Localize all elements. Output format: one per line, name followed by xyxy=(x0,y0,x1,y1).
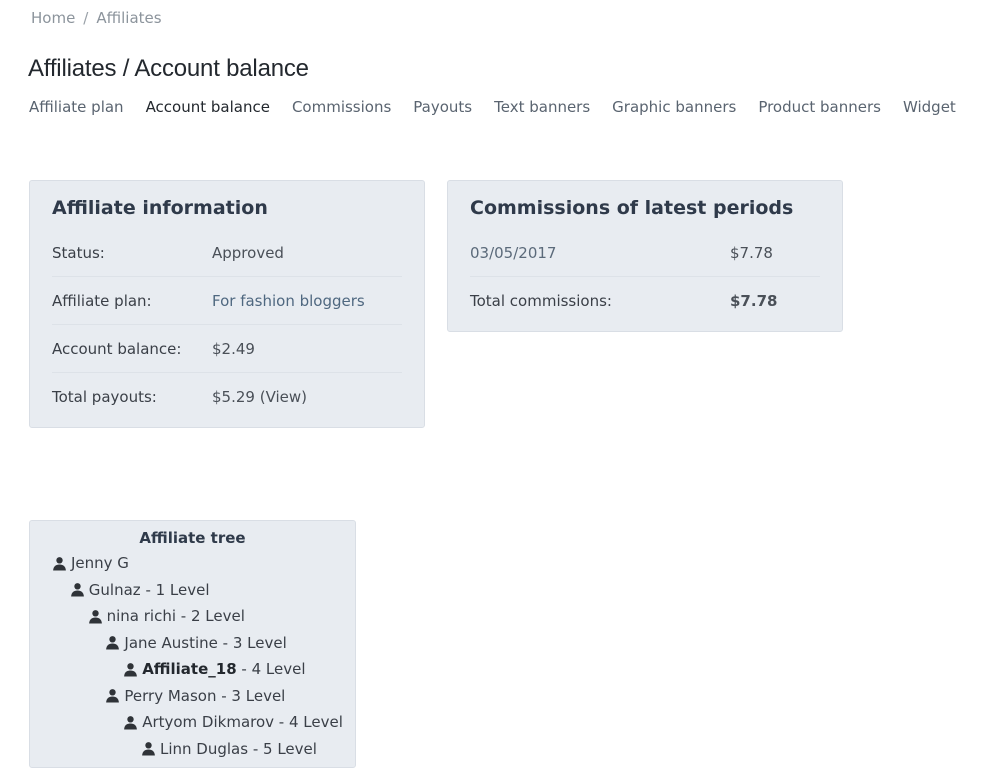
commissions-panel: Commissions of latest periods 03/05/2017… xyxy=(447,180,843,332)
affiliate-tree-panel: Affiliate tree Jenny G Gulnaz - 1 Level ni… xyxy=(29,520,356,768)
breadcrumb-separator: / xyxy=(83,9,89,27)
tab-bar: Affiliate plan Account balance Commissions… xyxy=(29,98,978,116)
tree-node: Perry Mason - 3 Level xyxy=(30,683,355,710)
total-commissions-label: Total commissions: xyxy=(470,292,612,310)
total-payouts-row: Total payouts: $5.29 (View) xyxy=(52,373,402,421)
status-row: Status: Approved xyxy=(52,229,402,277)
total-payouts-label: Total payouts: xyxy=(52,388,157,406)
total-commissions-row: Total commissions: $7.78 xyxy=(470,277,820,325)
tree-node-name: nina richi xyxy=(106,607,176,626)
tab-product-banners[interactable]: Product banners xyxy=(758,98,881,116)
status-value: Approved xyxy=(212,243,284,262)
commissions-title: Commissions of latest periods xyxy=(470,197,794,219)
tree-node: Gulnaz - 1 Level xyxy=(30,577,355,604)
user-icon xyxy=(123,662,142,677)
commission-period-row: 03/05/2017 $7.78 xyxy=(470,229,820,277)
affiliate-tree-title: Affiliate tree xyxy=(139,529,246,547)
tree-node-name: Linn Duglas xyxy=(160,739,249,758)
tree-node-name: Gulnaz xyxy=(88,580,141,599)
affiliate-plan-row: Affiliate plan: For fashion bloggers xyxy=(52,277,402,325)
tree-node: Jane Austine - 3 Level xyxy=(30,630,355,657)
tree-node-level: - 5 Level xyxy=(248,739,317,758)
tree-node-level: - 4 Level xyxy=(274,713,343,732)
user-icon xyxy=(105,688,124,703)
tab-graphic-banners[interactable]: Graphic banners xyxy=(612,98,736,116)
affiliate-plan-link[interactable]: For fashion bloggers xyxy=(212,292,365,310)
status-label: Status: xyxy=(52,243,105,262)
breadcrumb: Home / Affiliates xyxy=(31,9,162,27)
tab-commissions[interactable]: Commissions xyxy=(292,98,391,116)
view-payouts-link[interactable]: (View) xyxy=(260,388,307,406)
total-commissions-value: $7.78 xyxy=(730,292,778,310)
breadcrumb-home-link[interactable]: Home xyxy=(31,9,75,27)
tree-node-name: Affiliate_18 xyxy=(142,660,237,679)
tree-node-level: - 2 Level xyxy=(176,607,245,626)
tree-node-name: Artyom Dikmarov xyxy=(142,713,275,732)
account-balance-label: Account balance: xyxy=(52,339,182,358)
tree-node: Linn Duglas - 5 Level xyxy=(30,736,355,763)
tree-node: Jenny G xyxy=(30,550,355,577)
tree-node-level: - 1 Level xyxy=(140,580,210,599)
total-payouts-value-wrap: $5.29 (View) xyxy=(212,388,307,406)
account-balance-value: $2.49 xyxy=(212,339,255,358)
total-payouts-value: $5.29 xyxy=(212,388,255,406)
user-icon xyxy=(52,556,71,571)
breadcrumb-affiliates-link[interactable]: Affiliates xyxy=(96,9,161,27)
tree-node-name: Jane Austine xyxy=(124,633,218,652)
tree-node: Artyom Dikmarov - 4 Level xyxy=(30,709,355,736)
tree-node: Affiliate_18 - 4 Level xyxy=(30,656,355,683)
affiliate-information-panel: Affiliate information Status: Approved A… xyxy=(29,180,425,428)
tab-widget[interactable]: Widget xyxy=(903,98,956,116)
tab-text-banners[interactable]: Text banners xyxy=(494,98,590,116)
tab-payouts[interactable]: Payouts xyxy=(413,98,472,116)
affiliate-plan-label: Affiliate plan: xyxy=(52,291,152,310)
tree-node-name: Perry Mason xyxy=(124,686,217,705)
commission-period-amount: $7.78 xyxy=(730,243,773,262)
affiliate-information-title: Affiliate information xyxy=(52,197,268,219)
account-balance-row: Account balance: $2.49 xyxy=(52,325,402,373)
user-icon xyxy=(123,715,142,730)
page-title: Affiliates / Account balance xyxy=(28,55,309,82)
commission-period-date: 03/05/2017 xyxy=(470,243,557,262)
tree-node-level: - 4 Level xyxy=(236,660,306,679)
tree-node-level: - 3 Level xyxy=(217,633,287,652)
affiliate-tree-list: Jenny G Gulnaz - 1 Level nina richi - 2 Le… xyxy=(30,550,355,762)
tab-affiliate-plan[interactable]: Affiliate plan xyxy=(29,98,124,116)
tree-node: nina richi - 2 Level xyxy=(30,603,355,630)
tree-node-name: Jenny G xyxy=(71,554,129,573)
user-icon xyxy=(141,741,160,756)
tab-account-balance[interactable]: Account balance xyxy=(146,98,270,116)
user-icon xyxy=(105,635,124,650)
user-icon xyxy=(70,582,89,597)
user-icon xyxy=(88,609,107,624)
tree-node-level: - 3 Level xyxy=(216,686,286,705)
